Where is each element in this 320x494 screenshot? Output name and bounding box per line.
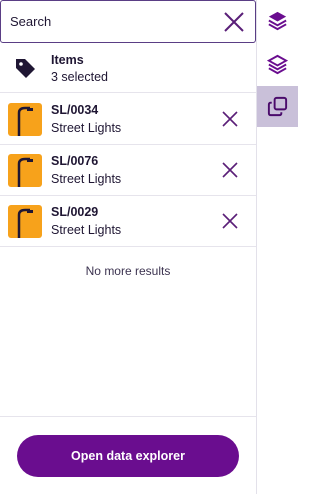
app: Items 3 selected SL/0034 Street Lights bbox=[0, 0, 298, 494]
item-reference: SL/0029 bbox=[51, 205, 99, 219]
summary-title: Items bbox=[51, 53, 84, 67]
open-data-explorer-button[interactable]: Open data explorer bbox=[17, 435, 239, 477]
close-icon[interactable] bbox=[222, 162, 238, 178]
search-input[interactable] bbox=[1, 1, 201, 42]
layers-icon bbox=[268, 11, 287, 31]
street-light-icon bbox=[8, 154, 42, 187]
street-light-icon bbox=[8, 103, 42, 136]
list-item[interactable]: SL/0029 Street Lights bbox=[0, 196, 256, 247]
item-type: Street Lights bbox=[51, 223, 122, 237]
selection-summary: Items 3 selected bbox=[0, 44, 256, 93]
item-reference: SL/0034 bbox=[51, 103, 99, 117]
close-icon[interactable] bbox=[223, 11, 245, 33]
rail-button-layers[interactable] bbox=[257, 0, 298, 41]
street-light-icon bbox=[8, 205, 42, 238]
tag-icon bbox=[16, 59, 35, 78]
results-panel: Items 3 selected SL/0034 Street Lights bbox=[0, 0, 257, 494]
item-type: Street Lights bbox=[51, 121, 122, 135]
selection-count: 3 selected bbox=[51, 70, 108, 84]
rail-button-selection[interactable] bbox=[257, 86, 298, 127]
divider bbox=[0, 416, 256, 417]
item-reference: SL/0076 bbox=[51, 154, 99, 168]
copy-icon bbox=[267, 96, 288, 117]
close-icon[interactable] bbox=[222, 213, 238, 229]
layers-icon bbox=[266, 54, 289, 75]
search-bar bbox=[0, 0, 256, 43]
close-icon[interactable] bbox=[222, 111, 238, 127]
no-more-results: No more results bbox=[85, 264, 171, 278]
item-type: Street Lights bbox=[51, 172, 122, 186]
rail-button-layers-alt[interactable] bbox=[257, 44, 298, 85]
list-item[interactable]: SL/0034 Street Lights bbox=[0, 94, 256, 145]
list-item[interactable]: SL/0076 Street Lights bbox=[0, 145, 256, 196]
side-rail bbox=[257, 0, 298, 494]
